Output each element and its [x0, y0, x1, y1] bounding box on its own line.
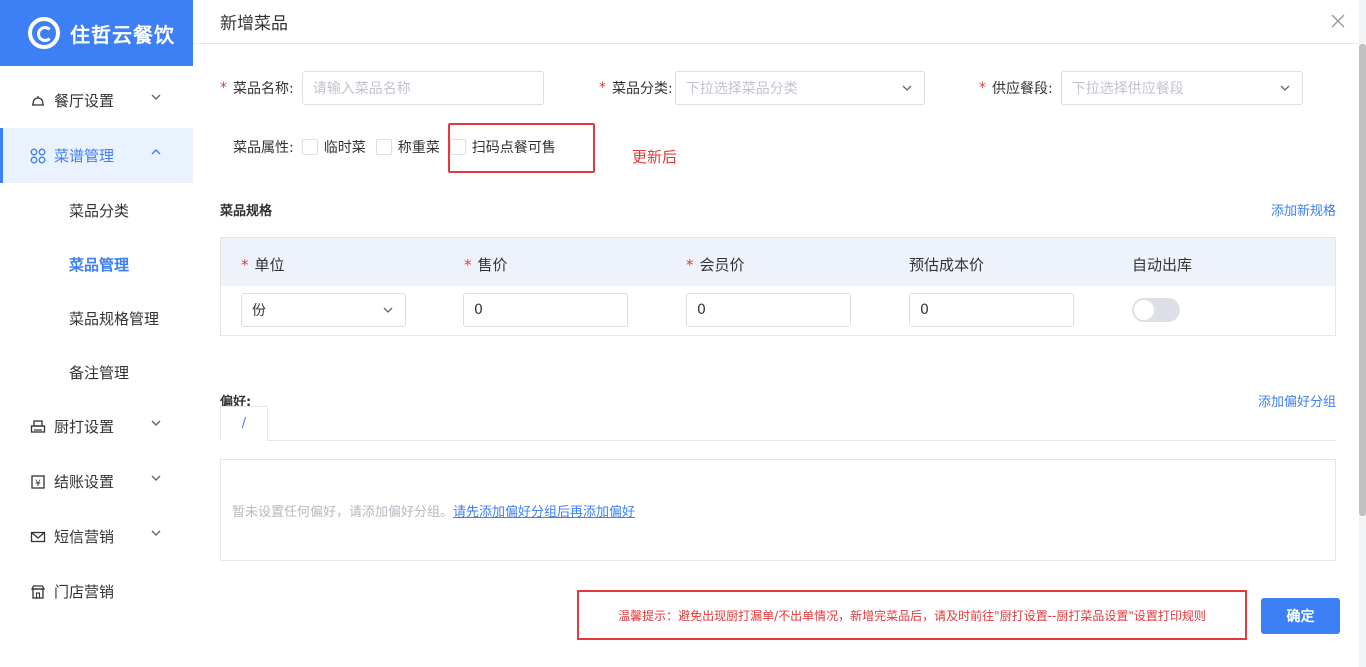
chevron-down-icon [151, 420, 161, 426]
sidebar-item-label: 菜谱管理 [54, 147, 115, 165]
dish-category-placeholder: 下拉选择菜品分类 [685, 81, 798, 97]
unit-select[interactable]: 份 [241, 293, 406, 327]
dish-name-placeholder: 请输入菜品名称 [312, 81, 411, 97]
dialog-title: 新增菜品 [193, 0, 1359, 44]
dish-name-input[interactable]: 请输入菜品名称 [301, 71, 544, 105]
highlight-box [448, 123, 595, 173]
sidebar-item-checkout-settings[interactable]: ¥ 结账设置 [0, 454, 193, 509]
tab-preference-default[interactable]: / [220, 406, 268, 441]
chevron-down-icon [151, 475, 161, 481]
add-spec-link[interactable]: 添加新规格 [1271, 200, 1336, 219]
preference-empty-text: 暂未设置任何偏好，请添加偏好分组。 [232, 504, 454, 520]
mail-icon [30, 529, 46, 545]
sidebar-item-label: 厨打设置 [54, 418, 115, 436]
chevron-down-icon [383, 307, 393, 313]
cost-price-value: 0 [920, 302, 929, 318]
checkbox-box[interactable] [301, 139, 318, 155]
member-price-value: 0 [697, 302, 706, 318]
add-preference-link[interactable]: 请先添加偏好分组后再添加偏好 [453, 501, 635, 520]
spec-section-title: 菜品规格 [220, 204, 273, 219]
sidebar-item-label: 结账设置 [54, 473, 115, 491]
chevron-up-icon [151, 149, 161, 155]
warning-tip: 温馨提示：避免出现厨打漏单/不出单情况，新增完菜品后，请及时前往"厨打设置--厨… [577, 590, 1247, 640]
required-marker: * [979, 80, 986, 96]
price-input[interactable]: 0 [463, 293, 628, 327]
sidebar: 住哲云餐饮 餐厅设置 菜谱管理 菜品分类 菜品管理 菜品规格管理 备注管理 厨打… [0, 0, 193, 667]
add-preference-group-link[interactable]: 添加偏好分组 [1258, 391, 1336, 410]
required-marker: * [220, 80, 227, 96]
sidebar-subitem-category[interactable]: 菜品分类 [0, 183, 193, 237]
sidebar-item-restaurant-settings[interactable]: 餐厅设置 [0, 73, 193, 128]
menu-grid-icon [30, 148, 46, 164]
spec-table-row: 份 0 0 0 [221, 286, 1335, 336]
svg-text:¥: ¥ [35, 479, 41, 489]
logo-icon [28, 17, 60, 49]
chevron-down-icon [1280, 85, 1290, 91]
chevron-down-icon [902, 85, 912, 91]
printer-icon [30, 419, 46, 435]
sidebar-item-label: 餐厅设置 [54, 92, 115, 110]
scrollbar[interactable] [1359, 44, 1366, 516]
price-value: 0 [474, 302, 483, 318]
sidebar-subitem-spec-management[interactable]: 菜品规格管理 [0, 291, 193, 345]
spec-table: * 单位 * 售价 * 会员价 预估成本价 自动出库 份 0 0 0 [220, 237, 1336, 336]
weighed-dish-checkbox[interactable]: 称重菜 [375, 137, 440, 157]
brand-header: 住哲云餐饮 [0, 0, 193, 66]
checkbox-label: 临时菜 [323, 140, 366, 156]
price-header: * 售价 [464, 256, 508, 274]
restaurant-icon [30, 93, 46, 109]
sidebar-subitem-dish-management[interactable]: 菜品管理 [0, 237, 193, 291]
temporary-dish-checkbox[interactable]: 临时菜 [301, 137, 366, 157]
tab-underline [220, 440, 1336, 441]
confirm-button[interactable]: 确定 [1261, 598, 1340, 634]
supply-period-select[interactable]: 下拉选择供应餐段 [1060, 71, 1303, 105]
unit-header: * 单位 [241, 256, 285, 274]
member-price-header: * 会员价 [686, 256, 745, 274]
supply-period-field: * 供应餐段: 下拉选择供应餐段 [979, 71, 1303, 105]
unit-value: 份 [252, 303, 266, 319]
dish-category-field: * 菜品分类: 下拉选择菜品分类 [599, 71, 925, 105]
auto-out-toggle[interactable] [1132, 298, 1180, 322]
required-marker: * [599, 80, 606, 96]
chevron-down-icon [151, 94, 161, 100]
supply-period-placeholder: 下拉选择供应餐段 [1071, 81, 1184, 97]
annotation-updated: 更新后 [632, 148, 678, 166]
sidebar-item-label: 短信营销 [54, 528, 115, 546]
cost-price-input[interactable]: 0 [909, 293, 1074, 327]
checkbox-label: 称重菜 [397, 140, 440, 156]
sidebar-subitem-remark-management[interactable]: 备注管理 [0, 345, 193, 399]
store-icon [30, 584, 46, 600]
close-icon[interactable] [1331, 14, 1345, 28]
checkbox-box[interactable] [375, 139, 392, 155]
sidebar-item-store-marketing[interactable]: 门店营销 [0, 564, 193, 619]
member-price-input[interactable]: 0 [686, 293, 851, 327]
dish-name-field: * 菜品名称: 请输入菜品名称 [220, 71, 544, 105]
sidebar-item-kitchen-print[interactable]: 厨打设置 [0, 399, 193, 454]
brand-name: 住哲云餐饮 [70, 22, 175, 47]
sidebar-item-label: 门店营销 [54, 583, 115, 601]
chevron-down-icon [151, 530, 161, 536]
cost-price-header: 预估成本价 [909, 256, 985, 274]
checkout-icon: ¥ [30, 474, 46, 490]
dish-category-label: 菜品分类: [612, 81, 673, 97]
dish-name-label: 菜品名称: [233, 81, 294, 97]
dish-attributes-label: 菜品属性: [233, 140, 294, 156]
sidebar-item-menu-management[interactable]: 菜谱管理 [0, 128, 193, 183]
supply-period-label: 供应餐段: [992, 81, 1053, 97]
sidebar-item-sms-marketing[interactable]: 短信营销 [0, 509, 193, 564]
auto-out-header: 自动出库 [1132, 256, 1193, 274]
preference-empty-panel: 暂未设置任何偏好，请添加偏好分组。 请先添加偏好分组后再添加偏好 [220, 459, 1336, 561]
spec-table-header: * 单位 * 售价 * 会员价 预估成本价 自动出库 [221, 238, 1335, 286]
dish-category-select[interactable]: 下拉选择菜品分类 [674, 71, 925, 105]
